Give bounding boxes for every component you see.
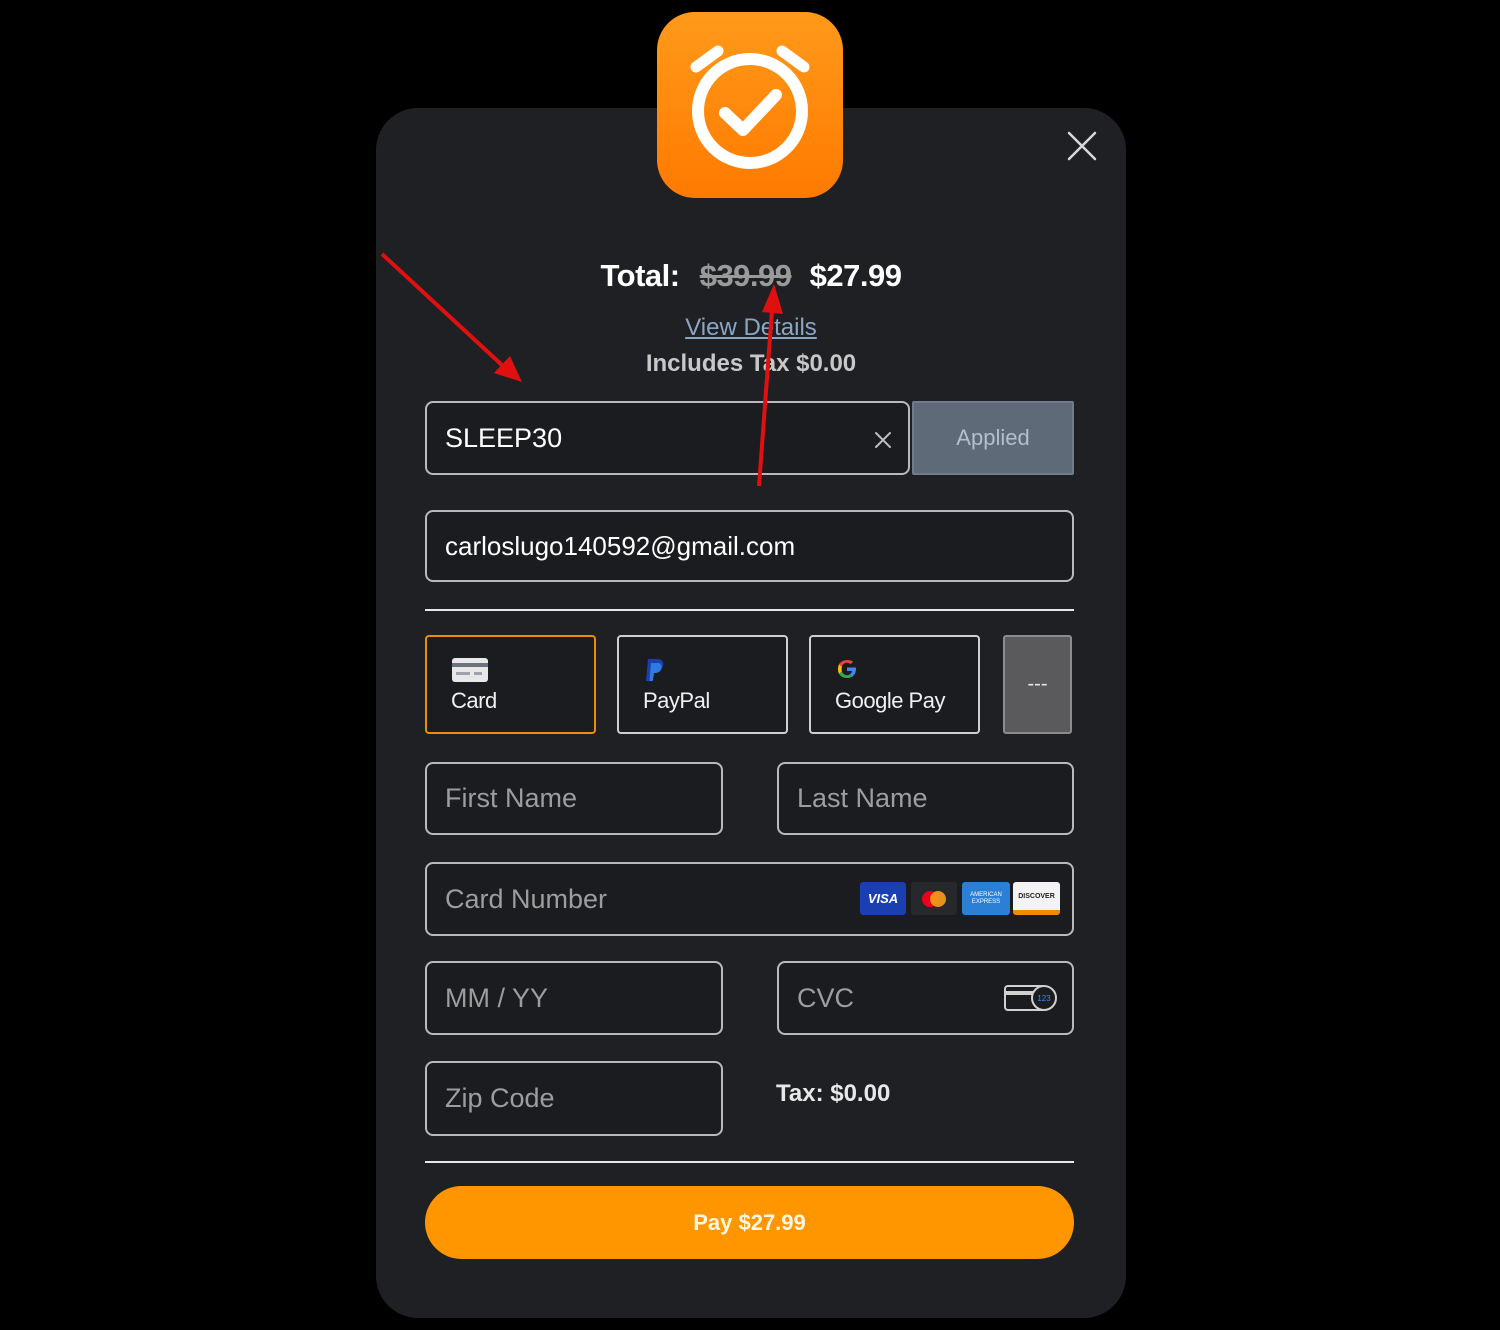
original-price: $39.99: [699, 258, 792, 293]
app-icon: [657, 12, 843, 198]
discover-icon: DISCOVER: [1013, 882, 1060, 915]
close-icon: [875, 432, 891, 448]
mastercard-icon: [911, 882, 957, 915]
paypal-icon: [643, 657, 667, 688]
email-field[interactable]: carloslugo140592@gmail.com: [425, 510, 1074, 582]
promo-code-input[interactable]: SLEEP30: [425, 401, 910, 475]
clear-promo-button[interactable]: [872, 427, 894, 449]
zip-code-field[interactable]: Zip Code: [425, 1061, 723, 1136]
view-details-link[interactable]: View Details: [376, 314, 1126, 342]
close-button[interactable]: [1062, 126, 1102, 166]
payment-method-label: PayPal: [643, 688, 710, 713]
cvc-field[interactable]: CVC 123: [777, 961, 1074, 1035]
discounted-price: $27.99: [809, 258, 902, 293]
email-value: carloslugo140592@gmail.com: [445, 530, 796, 561]
total-line: Total: $39.99 $27.99: [376, 258, 1126, 294]
includes-tax-text: Includes Tax $0.00: [645, 350, 857, 377]
visa-icon: VISA: [860, 882, 906, 915]
first-name-field[interactable]: First Name: [425, 762, 723, 835]
divider: [425, 609, 1074, 611]
promo-code-value: SLEEP30: [445, 422, 563, 453]
payment-method-card[interactable]: Card: [425, 635, 596, 734]
amex-icon: AMERICAN EXPRESS: [962, 882, 1010, 915]
credit-card-icon: [451, 657, 489, 688]
cvc-placeholder: CVC: [797, 982, 855, 1013]
expiry-field[interactable]: MM / YY: [425, 961, 723, 1035]
first-name-placeholder: First Name: [445, 783, 578, 813]
zip-code-placeholder: Zip Code: [445, 1083, 555, 1113]
payment-method-label: Card: [451, 688, 497, 713]
payment-method-paypal[interactable]: PayPal: [617, 635, 788, 734]
more-payment-methods-button[interactable]: ---: [1003, 635, 1072, 734]
payment-method-google-pay[interactable]: Google Pay: [809, 635, 980, 734]
divider: [425, 1161, 1074, 1163]
google-icon: [835, 657, 859, 686]
payment-method-label: Google Pay: [835, 688, 945, 713]
last-name-placeholder: Last Name: [797, 783, 928, 813]
total-label: Total:: [600, 258, 681, 293]
alarm-clock-icon: [690, 45, 810, 169]
card-number-placeholder: Card Number: [445, 883, 608, 914]
expiry-placeholder: MM / YY: [445, 982, 549, 1013]
close-icon: [1067, 131, 1097, 161]
pay-button[interactable]: Pay $27.99: [425, 1186, 1074, 1259]
last-name-field[interactable]: Last Name: [777, 762, 1074, 835]
svg-text:123: 123: [1037, 994, 1051, 1003]
cvc-card-icon: 123: [1004, 983, 1060, 1020]
applied-button[interactable]: Applied: [912, 401, 1074, 475]
tax-summary: Tax: $0.00: [776, 1080, 891, 1107]
